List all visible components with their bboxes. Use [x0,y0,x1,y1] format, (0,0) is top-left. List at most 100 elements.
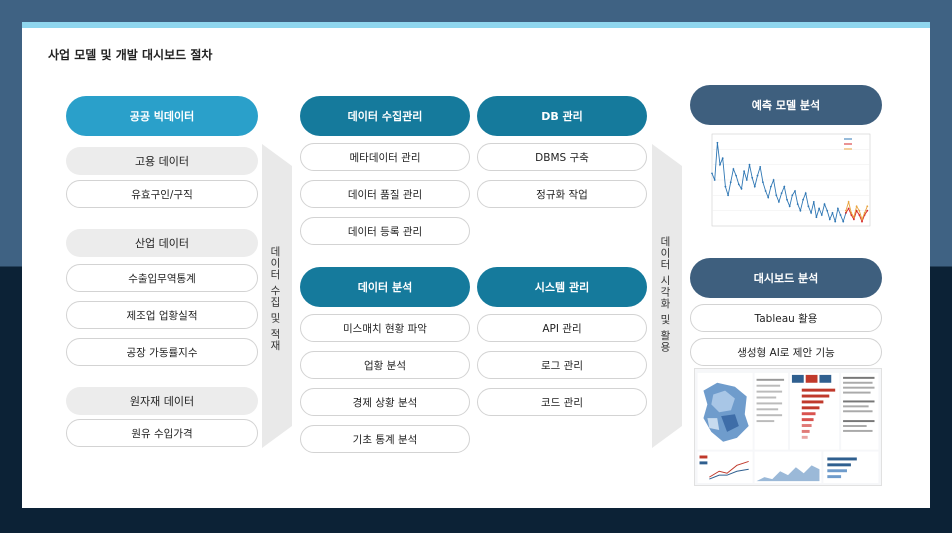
series-point [834,220,837,223]
series-point [762,181,764,184]
industry-analysis-item: 업황 분석 [300,351,470,379]
public-bigdata-header: 공공 빅데이터 [66,96,258,136]
series-point [772,179,775,181]
series-point [866,205,869,208]
dashboard-thumbnail [694,368,882,486]
job-vacancy-item: 유효구인/구직 [66,180,258,208]
series-point [751,176,754,179]
series-point [794,190,796,192]
series-point [839,214,842,216]
api-item: API 관리 [477,314,647,342]
series-point [770,185,772,188]
series-point [866,209,869,212]
raw-material-category: 원자재 데이터 [66,387,258,415]
series-point [783,185,786,188]
series-point [810,212,812,214]
series-point [778,201,780,203]
series-point [748,163,751,166]
series-point [815,216,818,219]
visualize-arrow-label: 데이터 시각화 및 활용 [659,236,671,353]
series-point [853,216,855,219]
db-management-header: DB 관리 [477,96,647,136]
series-point [711,172,713,175]
genai-suggestion-item: 생성형 AI로 제안 기능 [690,338,882,366]
series-point [743,170,745,173]
tableau-item: Tableau 활용 [690,304,882,332]
series-point [853,218,855,221]
crude-oil-price-item: 원유 수입가격 [66,419,258,447]
series-point [724,185,727,188]
factory-utilization-item: 공장 가동률지수 [66,338,258,366]
series-point [828,218,831,221]
system-management-header: 시스템 관리 [477,267,647,307]
basic-statistics-item: 기초 통계 분석 [300,425,470,453]
data-collection-header: 데이터 수집관리 [300,96,470,136]
series-point [767,196,770,199]
collect-arrow-label: 데이터 수집 및 적재 [269,246,281,352]
series-point [756,174,759,177]
trade-statistics-item: 수출입무역통계 [66,264,258,292]
series-point [759,166,762,168]
page-title: 사업 모델 및 개발 대시보드 절차 [48,48,213,62]
series-point [713,179,716,181]
log-item: 로그 관리 [477,351,647,379]
series-point [831,212,834,214]
series-point [753,185,756,188]
series-point [837,207,839,210]
series-point [855,205,858,208]
series-point [845,212,847,214]
dbms-item: DBMS 구축 [477,143,647,171]
series-point [861,220,863,223]
top-accent-bar [22,22,930,28]
data-registration-item: 데이터 등록 관리 [300,217,470,245]
mismatch-item: 미스매치 현황 파악 [300,314,470,342]
series-point [721,157,724,159]
data-analysis-header: 데이터 분석 [300,267,470,307]
series-point [858,214,861,216]
series-point [727,194,729,197]
forecast-line-chart [711,133,871,227]
series-point [812,201,815,203]
series-point [847,207,850,210]
series-point [791,194,794,197]
series-point [737,183,740,186]
series-point [807,205,810,208]
manufacturing-item: 제조업 업황실적 [66,301,258,329]
series-point [863,212,866,214]
series-point [858,209,861,212]
industry-data-category: 산업 데이터 [66,229,258,257]
series-point [823,203,826,205]
series-point [820,214,823,216]
series-point [775,194,778,197]
series-point [732,168,735,170]
series-point [826,209,829,212]
series-point [796,203,799,205]
series-point [786,198,788,201]
data-quality-item: 데이터 품질 관리 [300,180,470,208]
dashboard-analysis-header: 대시보드 분석 [690,258,882,298]
series-point [802,198,804,201]
series-point [719,163,721,166]
employment-data-category: 고용 데이터 [66,147,258,175]
series-point [745,179,748,181]
series-point [847,201,850,203]
series-point [804,192,807,194]
series-point [716,141,719,144]
code-item: 코드 관리 [477,388,647,416]
forecast-model-header: 예측 모델 분석 [690,85,882,125]
economic-analysis-item: 경제 상황 분석 [300,388,470,416]
series-point [729,181,732,184]
normalization-item: 정규화 작업 [477,180,647,208]
series-point [842,220,845,223]
slide: 사업 모델 및 개발 대시보드 절차 공공 빅데이터 고용 데이터 유효구인/구… [22,22,930,508]
metadata-item: 메타데이터 관리 [300,143,470,171]
series-point [788,205,791,208]
series-point [818,207,820,210]
series-point [740,187,743,190]
series-point [861,218,863,221]
series-point [735,174,737,177]
series-point [845,209,847,212]
series-point [850,212,853,214]
series-point [780,192,783,194]
series-point [799,209,802,212]
